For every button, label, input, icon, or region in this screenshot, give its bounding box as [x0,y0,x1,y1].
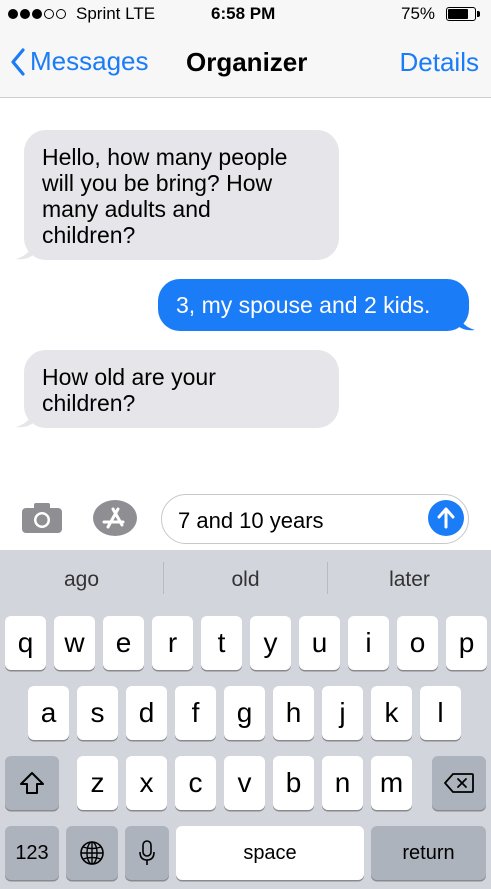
message-input-value: 7 and 10 years [178,508,324,533]
key-g[interactable]: g [224,686,265,740]
conversation-title: Organizer [186,47,308,77]
key-e[interactable]: e [103,616,144,670]
outgoing-message-bubble[interactable]: 3, my spouse and 2 kids. [158,279,469,331]
shift-icon [20,772,44,794]
keyboard: ago old later q w e r t y u i o p a s d … [0,550,491,889]
microphone-icon [139,840,155,865]
message-text-line: How old are your [42,364,216,390]
key-a[interactable]: a [28,686,69,740]
suggestion-1[interactable]: ago [0,550,163,610]
key-w[interactable]: w [54,616,95,670]
send-button[interactable] [428,500,464,536]
camera-icon[interactable] [21,502,63,539]
key-q[interactable]: q [5,616,46,670]
back-chevron-icon [11,47,25,76]
key-i[interactable]: i [348,616,389,670]
message-text-line: will you be bring? How [42,170,273,196]
globe-key[interactable] [66,826,118,880]
key-l[interactable]: l [420,686,461,740]
navigation-bar: Messages Organizer Details [0,30,491,98]
key-c[interactable]: c [175,756,216,810]
message-text-line: Hello, how many people [42,144,288,170]
message-text-line: many adults and [42,196,211,222]
send-arrow-icon [437,507,455,529]
back-button-label: Messages [30,46,149,76]
backspace-icon [444,773,474,793]
suggestion-3[interactable]: later [328,550,491,610]
status-bar: Sprint LTE 6:58 PM 75% [0,0,491,30]
backspace-key[interactable] [432,756,486,810]
carrier-label: Sprint LTE [76,4,156,23]
key-m[interactable]: m [371,756,412,810]
return-key[interactable]: return [371,826,486,880]
key-o[interactable]: o [397,616,438,670]
key-y[interactable]: y [250,616,291,670]
compose-bar: 7 and 10 years [0,488,491,550]
key-b[interactable]: b [273,756,314,810]
dictation-key[interactable] [125,826,169,880]
key-n[interactable]: n [322,756,363,810]
message-text-line: 3, my spouse and 2 kids. [176,292,431,318]
key-h[interactable]: h [273,686,314,740]
shift-key[interactable] [5,756,59,810]
key-s[interactable]: s [77,686,118,740]
globe-icon [80,841,104,865]
app-store-icon[interactable] [92,498,138,543]
key-d[interactable]: d [126,686,167,740]
incoming-message-bubble[interactable]: Hello, how many people will you be bring… [24,130,339,260]
signal-strength-icon [8,9,66,19]
key-k[interactable]: k [371,686,412,740]
key-x[interactable]: x [126,756,167,810]
key-t[interactable]: t [201,616,242,670]
space-key[interactable]: space [176,826,364,880]
message-input[interactable]: 7 and 10 years [161,494,469,544]
suggestion-2[interactable]: old [164,550,327,610]
battery-percentage: 75% [401,4,436,23]
details-button[interactable]: Details [400,47,479,78]
key-r[interactable]: r [152,616,193,670]
key-v[interactable]: v [224,756,265,810]
numbers-key[interactable]: 123 [5,826,59,880]
key-p[interactable]: p [446,616,487,670]
incoming-message-bubble[interactable]: How old are your children? [24,350,339,428]
key-u[interactable]: u [299,616,340,670]
back-button[interactable]: Messages [10,46,149,77]
key-j[interactable]: j [322,686,363,740]
key-f[interactable]: f [175,686,216,740]
battery-icon [446,7,480,21]
message-text-line: children? [42,390,136,416]
clock: 6:58 PM [211,4,276,23]
message-text-line: children? [42,222,136,248]
key-z[interactable]: z [77,756,118,810]
predictive-text-bar: ago old later [0,550,491,610]
